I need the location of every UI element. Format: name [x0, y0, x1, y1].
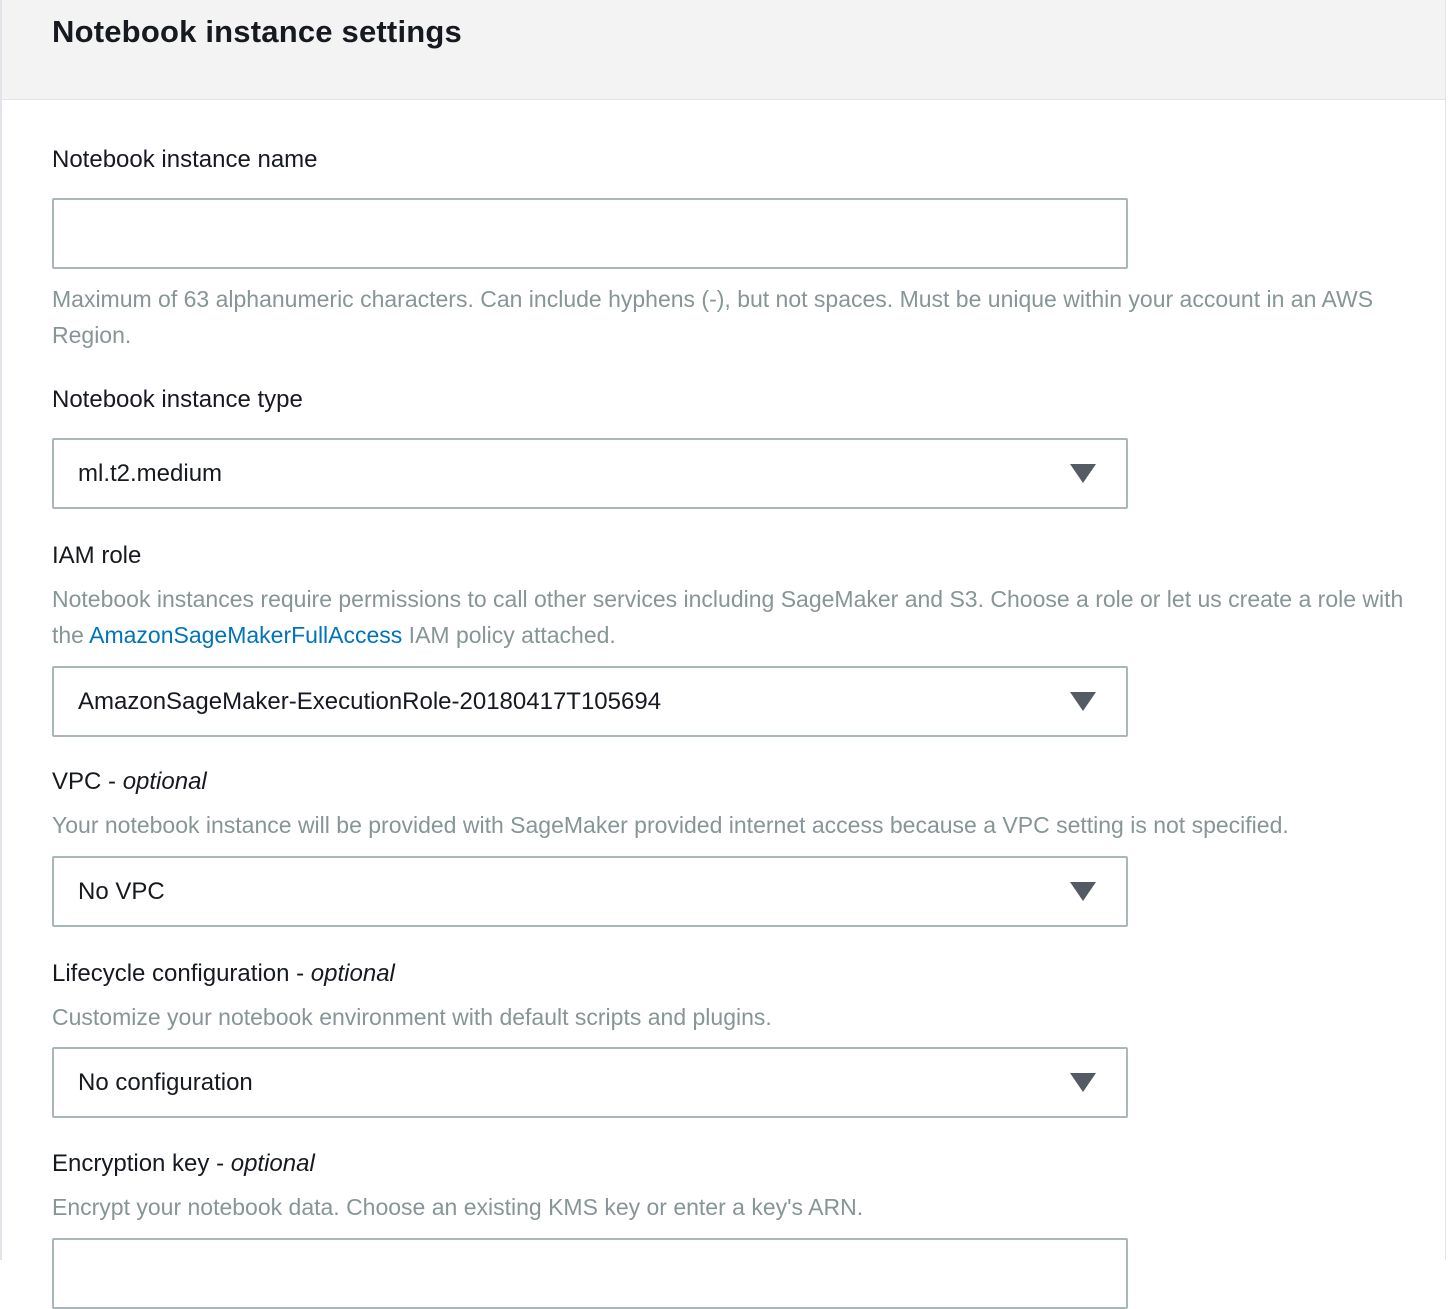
vpc-hint: Your notebook instance will be provided … [52, 812, 1289, 838]
caret-down-icon [1070, 1073, 1096, 1092]
caret-down-icon [1070, 882, 1096, 901]
vpc-label: VPC - optional [52, 768, 207, 796]
caret-down-icon [1070, 464, 1096, 483]
notebook-settings-panel: Notebook instance settings Notebook inst… [0, 0, 1446, 1309]
encryption-key-label: Encryption key - optional [52, 1150, 315, 1178]
vpc-label-text: VPC - [52, 768, 123, 795]
vpc-optional-tag: optional [122, 768, 207, 795]
caret-down-icon [1070, 692, 1096, 711]
iam-role-value: AmazonSageMaker-ExecutionRole-20180417T1… [78, 688, 662, 715]
vpc-value: No VPC [78, 878, 165, 905]
lifecycle-hint: Customize your notebook environment with… [52, 1004, 772, 1030]
instance-name-field[interactable] [52, 198, 1128, 269]
instance-type-select[interactable]: ml.t2.medium [52, 438, 1128, 509]
lifecycle-label-text: Lifecycle configuration - [52, 960, 311, 987]
instance-name-label: Notebook instance name [52, 146, 318, 173]
lifecycle-select[interactable]: No configuration [52, 1047, 1128, 1118]
instance-type-label: Notebook instance type [52, 386, 303, 413]
iam-role-label: IAM role [52, 542, 142, 569]
encryption-key-label-text: Encryption key - [52, 1150, 231, 1177]
panel-title: Notebook instance settings [52, 14, 462, 49]
lifecycle-label: Lifecycle configuration - optional [52, 960, 395, 988]
encryption-optional-tag: optional [230, 1150, 315, 1177]
panel-header: Notebook instance settings [2, 0, 1445, 100]
instance-name-input[interactable] [54, 200, 1126, 267]
instance-type-value: ml.t2.medium [78, 460, 223, 487]
instance-name-hint: Maximum of 63 alphanumeric characters. C… [52, 286, 1374, 348]
encryption-key-select[interactable] [52, 1238, 1128, 1309]
encryption-key-hint: Encrypt your notebook data. Choose an ex… [52, 1194, 864, 1220]
iam-role-hint-suffix: IAM policy attached. [402, 622, 616, 648]
lifecycle-optional-tag: optional [310, 960, 395, 987]
lifecycle-value: No configuration [78, 1069, 253, 1096]
vpc-select[interactable]: No VPC [52, 856, 1128, 927]
full-access-policy-link[interactable]: AmazonSageMakerFullAccess [89, 622, 402, 648]
iam-role-select[interactable]: AmazonSageMaker-ExecutionRole-20180417T1… [52, 666, 1128, 737]
iam-role-hint: Notebook instances require permissions t… [52, 581, 1412, 653]
